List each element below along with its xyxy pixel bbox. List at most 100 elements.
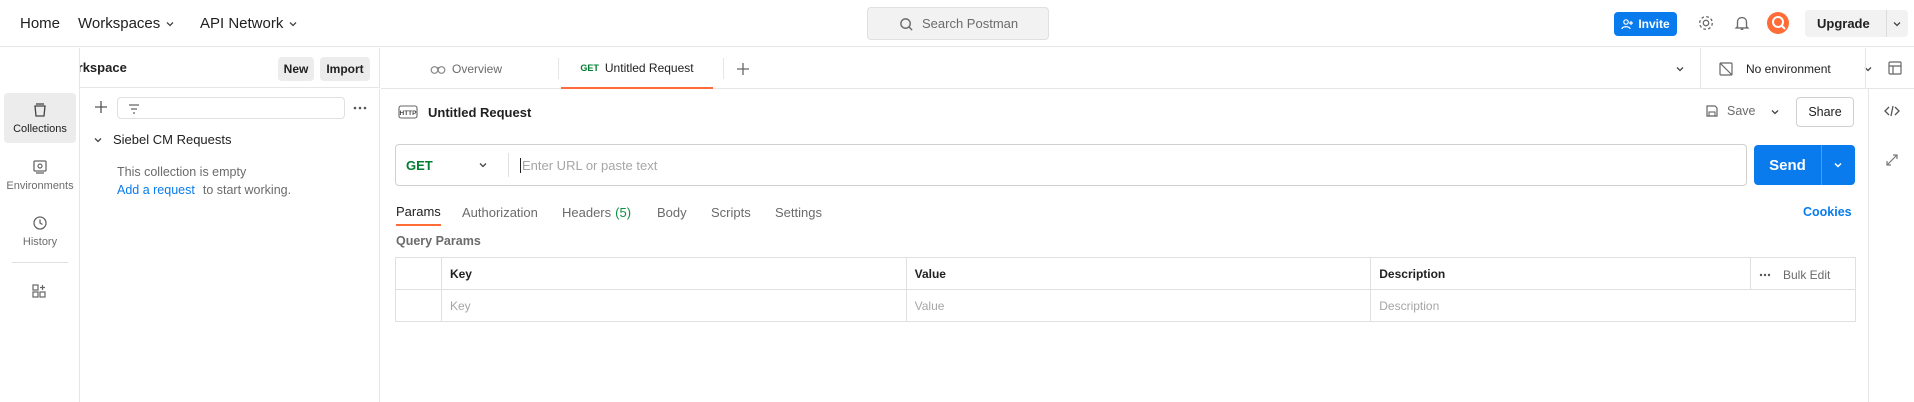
url-bar: GET Enter URL or paste text [395, 144, 1747, 186]
bell-icon[interactable] [1733, 14, 1751, 32]
description-input[interactable]: Description [1370, 289, 1856, 322]
chevron-down-icon [166, 21, 174, 26]
settings-icon[interactable] [1697, 14, 1715, 32]
workspaces-label: Workspaces [78, 15, 161, 32]
collection-name: Siebel CM Requests [113, 132, 232, 147]
environment-quick-look-icon[interactable] [1887, 60, 1903, 76]
tab-authorization[interactable]: Authorization [462, 198, 538, 226]
filter-icon [129, 104, 139, 114]
add-user-icon [1621, 19, 1634, 30]
import-button[interactable]: Import [320, 57, 370, 81]
add-request-row: Add a request to start working. [117, 183, 291, 197]
home-label: Home [20, 15, 61, 32]
url-placeholder: Enter URL or paste text [522, 157, 658, 173]
upgrade-button[interactable]: Upgrade [1805, 10, 1908, 37]
divider [1700, 48, 1701, 89]
configure-sidebar-icon[interactable] [31, 283, 47, 299]
search-input[interactable]: Search Postman [867, 7, 1049, 40]
rail-item-collections[interactable]: Collections [4, 93, 76, 143]
more-options-icon[interactable] [353, 106, 367, 110]
tab-headers[interactable]: Headers (5) [562, 198, 631, 226]
more-options-icon[interactable] [1759, 273, 1771, 277]
workspaces-menu[interactable]: Workspaces [78, 0, 175, 47]
tab-list-chevron-icon[interactable] [1675, 64, 1685, 74]
share-button[interactable]: Share [1796, 97, 1854, 127]
tab-label: Overview [452, 61, 503, 76]
tab-label: Params [396, 203, 441, 219]
tab-overview[interactable]: Overview [430, 48, 502, 89]
tab-scripts[interactable]: Scripts [711, 198, 751, 226]
collections-panel: Siebel CM Requests This collection is em… [81, 89, 380, 402]
column-label: Description [1379, 266, 1446, 281]
new-button[interactable]: New [278, 57, 314, 81]
key-column-header: Key [440, 257, 907, 290]
method-select[interactable]: GET [396, 145, 508, 185]
send-button[interactable]: Send [1754, 145, 1855, 185]
bulk-edit-link[interactable]: Bulk Edit [1783, 268, 1830, 282]
tab-body[interactable]: Body [657, 198, 687, 226]
tab-label: Scripts [711, 204, 751, 220]
bulk-edit-cell: Bulk Edit [1750, 257, 1856, 290]
query-params-title: Query Params [396, 234, 481, 248]
expand-icon[interactable] [1885, 153, 1899, 167]
save-options-chevron-icon[interactable] [1770, 107, 1780, 117]
column-label: Key [449, 266, 472, 281]
rail-item-environments[interactable]: Environments [4, 150, 76, 200]
environment-selector[interactable]: No environment [1718, 48, 1873, 89]
method-badge: GET [580, 62, 599, 73]
rail-item-history[interactable]: History [4, 206, 76, 256]
home-link[interactable]: Home [20, 0, 60, 47]
new-tab-icon[interactable] [736, 62, 750, 76]
query-params-table: Key Value Description Bulk Edit Key Valu… [395, 257, 1856, 322]
tab-params[interactable]: Params [396, 198, 441, 226]
cookies-label: Cookies [1803, 205, 1852, 219]
postman-avatar-icon[interactable] [1766, 11, 1790, 35]
tab-untitled-request[interactable]: GET Untitled Request [561, 48, 713, 89]
invite-button[interactable]: Invite [1614, 12, 1677, 36]
key-placeholder: Key [449, 298, 471, 313]
headers-count-badge: (5) [615, 204, 632, 220]
save-button[interactable]: Save [1705, 104, 1756, 118]
share-label: Share [1808, 105, 1842, 119]
tab-label: Untitled Request [604, 60, 694, 75]
code-icon[interactable] [1884, 105, 1900, 117]
value-column-header: Value [905, 257, 1372, 290]
cookies-link[interactable]: Cookies [1803, 198, 1852, 226]
rail-label: History [22, 235, 58, 248]
empty-collection-text: This collection is empty [117, 165, 247, 179]
filter-input[interactable] [117, 97, 345, 119]
no-environment-icon [1719, 61, 1733, 76]
text-cursor [520, 157, 521, 173]
rail-divider [12, 262, 68, 263]
http-request-icon: HTTP [398, 102, 418, 122]
table-row: Key Value Description [395, 289, 1856, 322]
tab-settings[interactable]: Settings [775, 198, 822, 226]
key-input[interactable]: Key [440, 289, 907, 322]
collections-icon [34, 102, 46, 117]
checkbox-cell [395, 289, 442, 322]
tab-label: Headers [562, 204, 612, 220]
request-title[interactable]: Untitled Request [428, 105, 531, 120]
checkbox-column-header [395, 257, 442, 290]
method-value: GET [406, 157, 433, 173]
collection-row[interactable]: Siebel CM Requests [93, 132, 232, 147]
chevron-down-icon[interactable] [1833, 160, 1843, 170]
environment-label: No environment [1746, 61, 1831, 76]
column-label: Value [914, 266, 946, 281]
add-collection-icon[interactable] [94, 100, 108, 114]
api-network-menu[interactable]: API Network [200, 0, 298, 47]
value-input[interactable]: Value [905, 289, 1372, 322]
add-request-link[interactable]: Add a request [117, 183, 195, 197]
divider [1886, 10, 1887, 37]
left-rail: Collections Environments History [0, 48, 80, 402]
rail-label: Environments [6, 179, 74, 192]
save-label: Save [1727, 104, 1756, 118]
description-column-header: Description [1370, 257, 1751, 290]
chevron-down-icon[interactable] [1892, 19, 1902, 29]
divider [1821, 145, 1822, 185]
api-network-label: API Network [200, 15, 284, 32]
url-input[interactable]: Enter URL or paste text [520, 145, 657, 185]
tab-strip: Overview GET Untitled Request No environ… [381, 48, 1914, 89]
description-placeholder: Description [1379, 298, 1440, 313]
value-placeholder: Value [914, 298, 945, 313]
